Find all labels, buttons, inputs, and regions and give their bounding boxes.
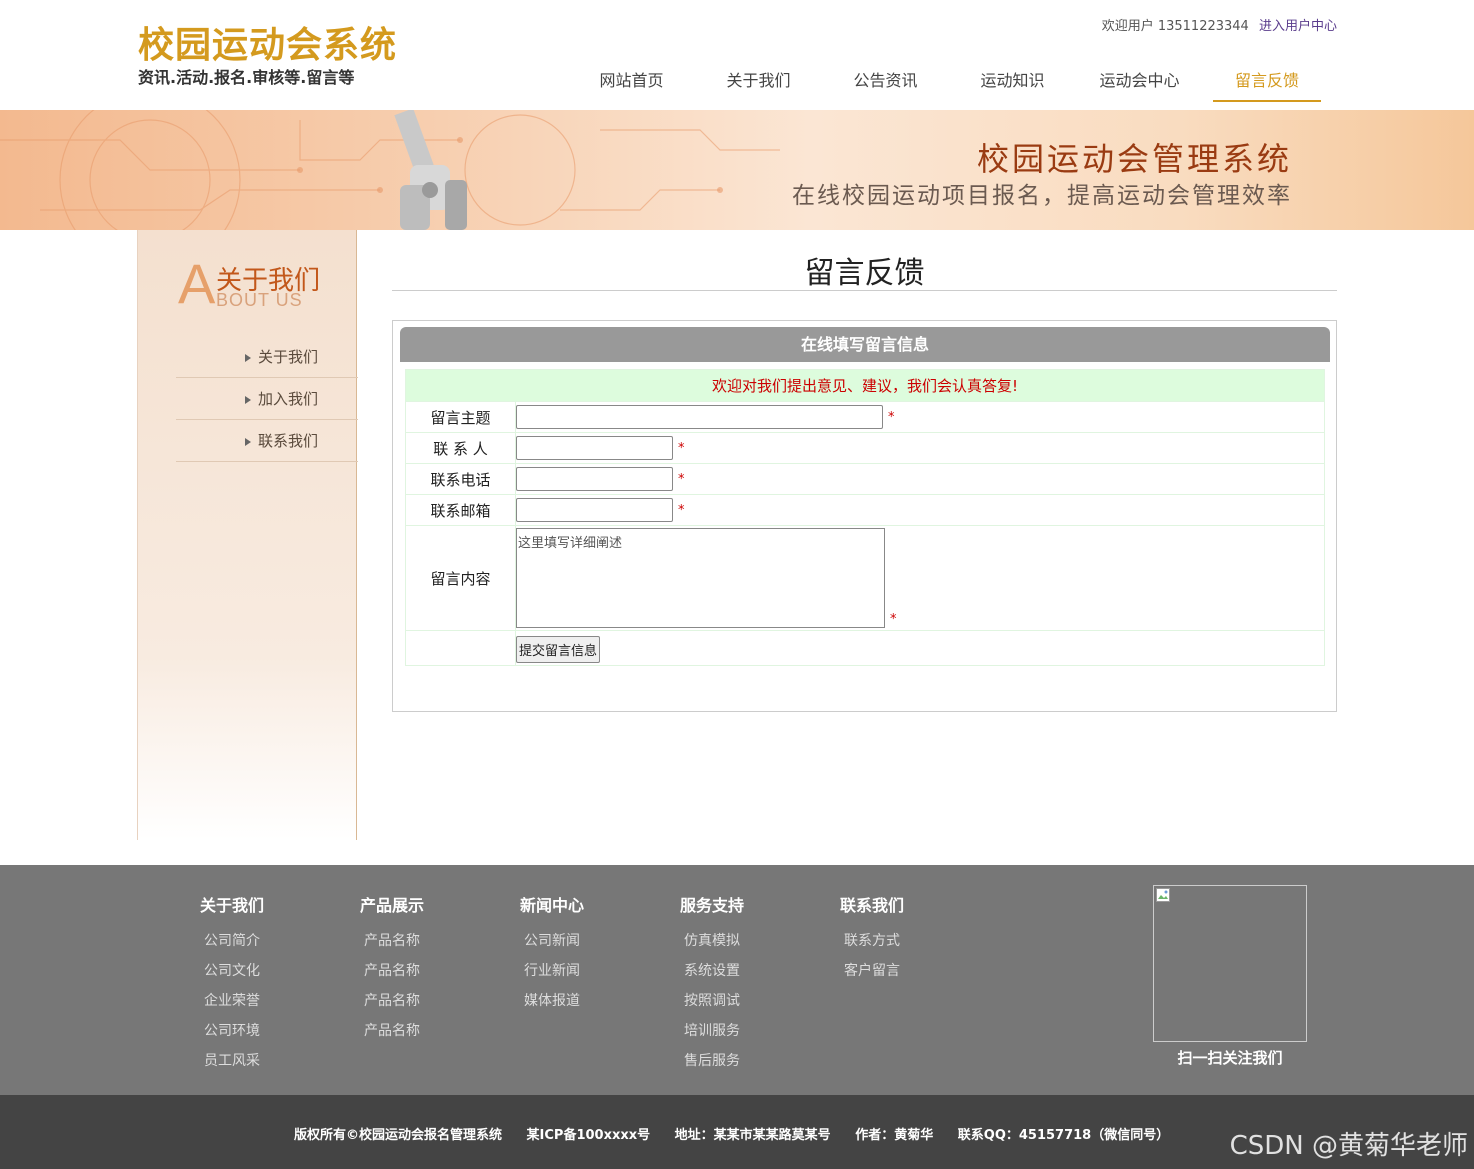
footer-link[interactable]: 仿真模拟 (652, 930, 772, 960)
footer-link[interactable]: 公司文化 (172, 960, 292, 990)
footer-column-products: 产品展示 产品名称 产品名称 产品名称 产品名称 (332, 895, 452, 1050)
phone-input[interactable] (516, 467, 673, 491)
footer-column-title[interactable]: 新闻中心 (492, 895, 612, 925)
address-text: 地址：某某市某某路莫某号 (674, 1128, 831, 1143)
contact-label: 联 系 人 (405, 432, 516, 464)
footer-link[interactable]: 员工风采 (172, 1050, 292, 1080)
feedback-form: 欢迎对我们提出意见、建议，我们会认真答复! 留言主题 * 联 系 人 * 联系电… (405, 369, 1325, 666)
site-header: 校园运动会系统 资讯.活动.报名.审核等.留言等 欢迎用户 1351122334… (0, 0, 1474, 110)
feedback-form-panel: 在线填写留言信息 欢迎对我们提出意见、建议，我们会认真答复! 留言主题 * 联 … (392, 320, 1337, 712)
sidebar-item-contact[interactable]: 联系我们 (176, 420, 358, 462)
footer-link[interactable]: 公司环境 (172, 1020, 292, 1050)
email-label: 联系邮箱 (405, 494, 516, 526)
footer-link[interactable]: 产品名称 (332, 990, 452, 1020)
sidebar: A 关于我们 BOUT US 关于我们 加入我们 联系我们 (137, 230, 358, 840)
footer-link[interactable]: 公司新闻 (492, 930, 612, 960)
footer-link[interactable]: 客户留言 (812, 960, 932, 990)
footer-column-news: 新闻中心 公司新闻 行业新闻 媒体报道 (492, 895, 612, 1020)
required-mark: * (678, 502, 685, 518)
user-bar: 欢迎用户 13511223344 进入用户中心 (1102, 15, 1337, 34)
sidebar-item-label: 关于我们 (257, 348, 318, 366)
footer-column-title[interactable]: 联系我们 (812, 895, 932, 925)
footer-link[interactable]: 产品名称 (332, 1020, 452, 1050)
footer-column-about: 关于我们 公司简介 公司文化 企业荣誉 公司环境 员工风采 (172, 895, 292, 1080)
main-nav: 网站首页 关于我们 公告资讯 运动知识 运动会中心 留言反馈 (568, 60, 1321, 102)
form-header: 在线填写留言信息 (400, 327, 1330, 362)
qq-contact: 联系QQ：45157718（微信同号） (957, 1128, 1170, 1143)
sidebar-heading-letter: A (178, 252, 216, 315)
user-center-link[interactable]: 进入用户中心 (1259, 19, 1337, 34)
footer-link[interactable]: 产品名称 (332, 960, 452, 990)
nav-item-sports-center[interactable]: 运动会中心 (1076, 60, 1203, 102)
footer-link[interactable]: 按照调试 (652, 990, 772, 1020)
page-title: 留言反馈 (392, 248, 1337, 291)
contact-input[interactable] (516, 436, 673, 460)
sidebar-item-label: 加入我们 (257, 390, 318, 408)
footer-link[interactable]: 售后服务 (652, 1050, 772, 1080)
submit-feedback-button[interactable]: 提交留言信息 (516, 635, 601, 663)
footer-column-contact: 联系我们 联系方式 客户留言 (812, 895, 932, 990)
footer-link[interactable]: 行业新闻 (492, 960, 612, 990)
nav-item-knowledge[interactable]: 运动知识 (949, 60, 1076, 102)
footer-column-title[interactable]: 服务支持 (652, 895, 772, 925)
nav-item-news[interactable]: 公告资讯 (822, 60, 949, 102)
robot-arm-image (394, 110, 467, 230)
site-footer: 关于我们 公司简介 公司文化 企业荣誉 公司环境 员工风采 产品展示 产品名称 … (0, 865, 1474, 1095)
footer-link[interactable]: 系统设置 (652, 960, 772, 990)
footer-link[interactable]: 联系方式 (812, 930, 932, 960)
copyright-bar: 版权所有©校园运动会报名管理系统 某ICP备100xxxx号 地址：某某市某某路… (0, 1095, 1474, 1169)
banner-subtitle: 在线校园运动项目报名，提高运动会管理效率 (792, 183, 1292, 209)
sidebar-item-join[interactable]: 加入我们 (176, 378, 358, 420)
email-input[interactable] (516, 498, 673, 522)
phone-label: 联系电话 (405, 463, 516, 495)
empty-cell (405, 630, 516, 666)
sidebar-heading-en: BOUT US (216, 290, 303, 310)
qr-code-image (1153, 885, 1307, 1042)
qr-caption: 扫一扫关注我们 (1177, 1049, 1283, 1067)
subject-label: 留言主题 (405, 401, 516, 433)
footer-link[interactable]: 产品名称 (332, 930, 452, 960)
icp-number: 某ICP备100xxxx号 (526, 1128, 651, 1143)
sidebar-item-label: 联系我们 (257, 432, 318, 450)
copyright-text: 版权所有©校园运动会报名管理系统 某ICP备100xxxx号 地址：某某市某某路… (294, 1124, 1189, 1143)
content-label: 留言内容 (405, 525, 516, 631)
footer-link[interactable]: 公司简介 (172, 930, 292, 960)
site-logo-title[interactable]: 校园运动会系统 (138, 16, 397, 68)
footer-column-title[interactable]: 关于我们 (172, 895, 292, 925)
form-welcome-message: 欢迎对我们提出意见、建议，我们会认真答复! (405, 369, 1325, 402)
chevron-right-icon (244, 437, 251, 446)
content-textarea[interactable]: 这里填写详细阐述 (516, 528, 885, 628)
chevron-right-icon (244, 353, 251, 362)
footer-column-support: 服务支持 仿真模拟 系统设置 按照调试 培训服务 售后服务 (652, 895, 772, 1080)
required-mark: * (890, 612, 897, 627)
broken-image-icon (1156, 888, 1170, 902)
footer-link[interactable]: 媒体报道 (492, 990, 612, 1020)
site-logo-subtitle: 资讯.活动.报名.审核等.留言等 (138, 68, 355, 87)
chevron-right-icon (244, 395, 251, 404)
required-mark: * (888, 409, 895, 425)
nav-item-feedback[interactable]: 留言反馈 (1213, 60, 1321, 102)
csdn-watermark: CSDN @黄菊华老师 (1229, 1131, 1468, 1161)
nav-item-about[interactable]: 关于我们 (695, 60, 822, 102)
footer-column-title[interactable]: 产品展示 (332, 895, 452, 925)
footer-link[interactable]: 培训服务 (652, 1020, 772, 1050)
hero-banner: 校园运动会管理系统 在线校园运动项目报名，提高运动会管理效率 (0, 110, 1474, 230)
required-mark: * (678, 440, 685, 456)
nav-item-home[interactable]: 网站首页 (568, 60, 695, 102)
sidebar-menu: 关于我们 加入我们 联系我们 (176, 336, 358, 462)
footer-link[interactable]: 企业荣誉 (172, 990, 292, 1020)
subject-input[interactable] (516, 405, 883, 429)
copyright-owner: 版权所有©校园运动会报名管理系统 (294, 1128, 503, 1143)
author-text: 作者：黄菊华 (855, 1128, 934, 1143)
required-mark: * (678, 471, 685, 487)
sidebar-item-about[interactable]: 关于我们 (176, 336, 358, 378)
banner-title: 校园运动会管理系统 (976, 140, 1292, 178)
welcome-user-text: 欢迎用户 13511223344 (1101, 19, 1249, 34)
